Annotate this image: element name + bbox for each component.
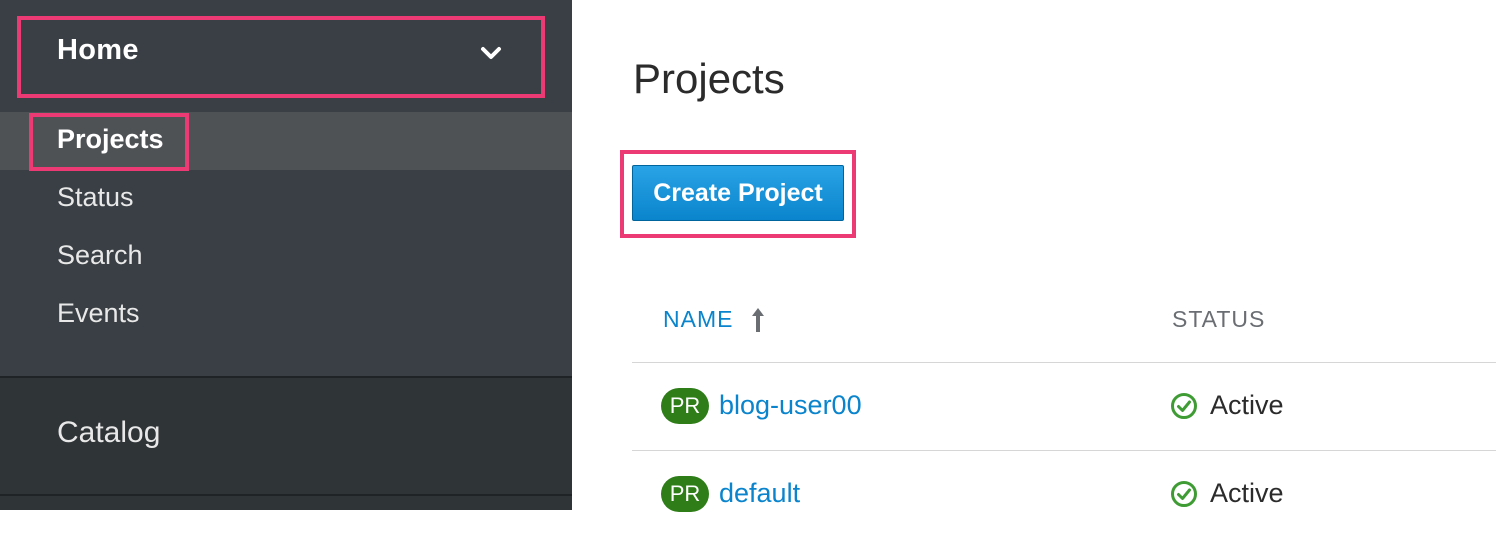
project-badge: PR <box>661 476 709 512</box>
sidebar-item-status[interactable]: Status <box>0 170 572 228</box>
main-content: Projects Create Project NAME STATUS PR b… <box>572 0 1496 512</box>
sidebar-item-catalog[interactable]: Catalog <box>0 378 572 494</box>
sidebar-next-section <box>0 496 572 510</box>
table-row-divider <box>632 450 1496 451</box>
check-circle-icon <box>1171 393 1197 419</box>
project-status: Active <box>1210 478 1284 508</box>
projects-highlight-box <box>29 113 189 171</box>
sort-ascending-arrow-icon[interactable] <box>750 306 766 334</box>
project-name-link[interactable]: blog-user00 <box>719 390 862 421</box>
sidebar: Home Projects Status Search Events Catal… <box>0 0 572 510</box>
catalog-label: Catalog <box>57 416 161 449</box>
project-name-link[interactable]: default <box>719 478 800 509</box>
project-badge: PR <box>661 388 709 424</box>
column-header-name[interactable]: NAME <box>663 306 733 333</box>
check-circle-icon <box>1171 481 1197 507</box>
table-row: PR blog-user00 Active <box>632 364 1496 450</box>
sidebar-item-label: Status <box>57 182 134 212</box>
project-status: Active <box>1210 390 1284 420</box>
table-row-divider <box>632 362 1496 363</box>
table-row: PR default Active <box>632 452 1496 538</box>
sidebar-item-label: Events <box>57 298 140 328</box>
page-title: Projects <box>633 55 785 102</box>
home-highlight-box <box>17 16 545 98</box>
sidebar-item-events[interactable]: Events <box>0 286 572 344</box>
sidebar-item-label: Search <box>57 240 143 270</box>
sidebar-item-search[interactable]: Search <box>0 228 572 286</box>
column-header-status: STATUS <box>1172 306 1266 332</box>
create-project-highlight-box <box>620 150 856 238</box>
